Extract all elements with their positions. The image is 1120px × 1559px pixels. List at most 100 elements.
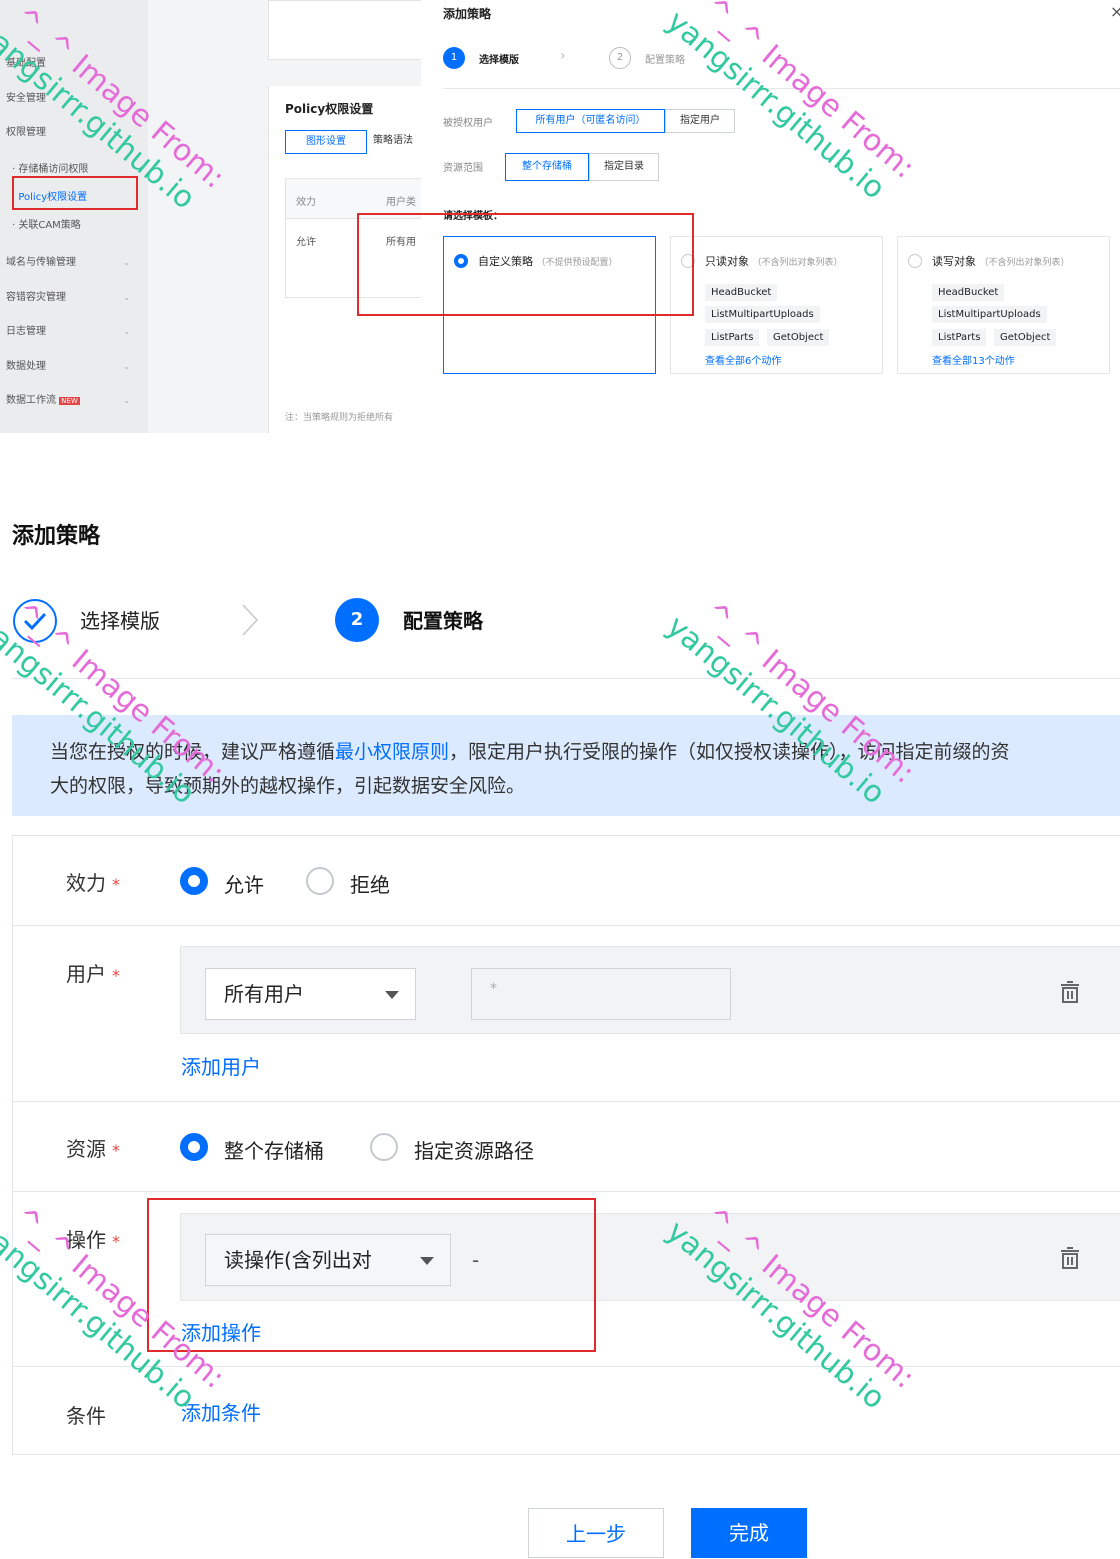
required-mark: * [112,875,120,894]
row-effect: 允许 [296,237,316,248]
user-type-select[interactable]: 所有用户 [205,968,416,1020]
sidebar-item-permission[interactable]: 权限管理 [6,125,144,141]
trash-icon[interactable] [1060,981,1080,1003]
sidebar-item-basic[interactable]: 基础配置 [6,56,144,72]
notice-text: ，限定用户执行受限的操作（如仅授权读操作），访问指定前缀的资 [449,741,1010,763]
row-divider [12,925,1120,926]
effect-deny-radio[interactable] [306,867,334,895]
sidebar-sub-bucket-acl[interactable]: · 存储桶访问权限 [12,160,88,175]
bottom-screenshot: 添加策略 选择模版 2 配置策略 当您在授权的时候，建议严格遵循最小权限原则，限… [0,433,1120,1558]
divider [443,88,1120,89]
caret-down-icon [385,991,399,999]
user-label-text: 用户 [66,962,106,986]
sidebar-item-log[interactable]: 日志管理 ⌄ [6,324,144,340]
step-1-badge: 1 [443,47,465,69]
template-title-text: 读写对象 [932,255,976,268]
action-label-text: 操作 [66,1228,106,1252]
sidebar-item-security[interactable]: 安全管理 [6,91,144,107]
template-radio[interactable] [908,254,922,268]
step-1-done-icon [12,598,58,644]
action-tag: HeadBucket [932,284,1005,301]
notice-banner: 当您在授权的时候，建议严格遵循最小权限原则，限定用户执行受限的操作（如仅授权读操… [12,715,1120,816]
required-mark: * [112,966,120,985]
template-title-text: 只读对象 [705,255,749,268]
action-tag: ListParts [932,329,987,346]
notice-text: 当您在授权的时候，建议严格遵循 [50,741,336,763]
chevron-down-icon: ⌄ [123,258,130,267]
step-2-label: 配置策略 [403,609,483,633]
required-mark: * [112,1141,120,1160]
sidebar-sub-cam[interactable]: · 关联CAM策略 [12,216,81,231]
action-tag: ListParts [705,329,760,346]
least-privilege-link[interactable]: 最小权限原则 [335,741,449,763]
chevron-down-icon: ⌄ [123,396,130,405]
effect-deny-label[interactable]: 拒绝 [350,869,390,898]
sidebar-item-disaster[interactable]: 容错容灾管理 ⌄ [6,290,144,306]
sidebar-item-domain[interactable]: 域名与传输管理 ⌄ [6,255,144,271]
sidebar-highlight-box [12,176,138,210]
close-icon[interactable]: × [1110,2,1120,21]
view-all-link[interactable]: 查看全部6个动作 [705,352,781,367]
effect-allow-radio[interactable] [180,867,208,895]
resource-bucket-label[interactable]: 整个存储桶 [224,1135,324,1164]
resource-path-radio[interactable] [370,1133,398,1161]
action-label: 操作 * [66,1224,120,1253]
console-top-card [268,0,421,60]
template-highlight-box [357,213,694,316]
tab-graphic[interactable]: 图形设置 [285,130,367,154]
template-card-readonly[interactable]: 只读对象 （不含列出对象列表） HeadBucket ListMultipart… [670,236,883,374]
user-id-input[interactable]: * [471,968,731,1020]
prev-step-button[interactable]: 上一步 [528,1508,664,1558]
grantee-label: 被授权用户 [443,118,493,129]
template-title: 只读对象 （不含列出对象列表） [705,253,843,269]
template-note: （不含列出对象列表） [979,258,1070,268]
step-1-label: 选择模版 [80,609,160,633]
resource-path-label[interactable]: 指定资源路径 [414,1135,534,1164]
template-note: （不含列出对象列表） [752,258,843,268]
step-1-label: 选择模版 [479,55,519,66]
add-user-link[interactable]: 添加用户 [181,1051,261,1080]
action-tag: ListMultipartUploads [705,306,820,323]
sidebar-item-workflow[interactable]: 数据工作流 NEW ⌄ [6,393,144,409]
add-condition-link[interactable]: 添加条件 [181,1397,261,1426]
effect-label-text: 效力 [66,871,106,895]
effect-allow-label[interactable]: 允许 [224,869,264,898]
sidebar: 基础配置 安全管理 权限管理 · 存储桶访问权限 · Policy权限设置 · … [0,0,148,433]
action-tag: HeadBucket [705,284,778,301]
step-2-label: 配置策略 [645,55,685,66]
trash-icon[interactable] [1060,1247,1080,1269]
action-tag: GetObject [767,329,830,346]
panel-note: 注：当策略规则为拒绝所有 [285,413,394,423]
resource-label: 资源 * [66,1133,120,1162]
row-divider [12,1366,1120,1367]
notice-line-1: 当您在授权的时候，建议严格遵循最小权限原则，限定用户执行受限的操作（如仅授权读操… [50,737,1010,764]
condition-label: 条件 [66,1404,106,1428]
resource-label-text: 资源 [66,1137,106,1161]
template-card-readwrite[interactable]: 读写对象 （不含列出对象列表） HeadBucket ListMultipart… [897,236,1110,374]
chevron-down-icon: ⌄ [123,293,130,302]
action-highlight-box [147,1198,596,1352]
chevron-right-icon [240,603,260,641]
scope-label: 资源范围 [443,163,483,174]
panel-title: Policy权限设置 [285,102,374,116]
chevron-right-icon: › [560,48,566,64]
done-button[interactable]: 完成 [691,1508,807,1558]
top-screenshot: 基础配置 安全管理 权限管理 · 存储桶访问权限 · Policy权限设置 · … [0,0,1120,433]
step-2-badge: 2 [335,598,379,642]
grantee-all-button[interactable]: 所有用户（可匿名访问） [516,109,665,133]
dialog-title: 添加策略 [443,7,492,21]
scope-dir-button[interactable]: 指定目录 [589,153,659,181]
policy-form [12,835,1120,1455]
resource-bucket-radio[interactable] [180,1133,208,1161]
user-label: 用户 * [66,958,120,987]
required-mark: * [112,1232,120,1251]
effect-label: 效力 * [66,867,120,896]
scope-bucket-button[interactable]: 整个存储桶 [505,153,589,181]
view-all-link[interactable]: 查看全部13个动作 [932,352,1015,367]
grantee-specific-button[interactable]: 指定用户 [665,109,735,133]
col-user: 用户类 [386,197,416,208]
sidebar-item-data[interactable]: 数据处理 ⌄ [6,359,144,375]
step-2-badge: 2 [609,47,631,69]
action-tag: ListMultipartUploads [932,306,1047,323]
action-tag: GetObject [994,329,1057,346]
